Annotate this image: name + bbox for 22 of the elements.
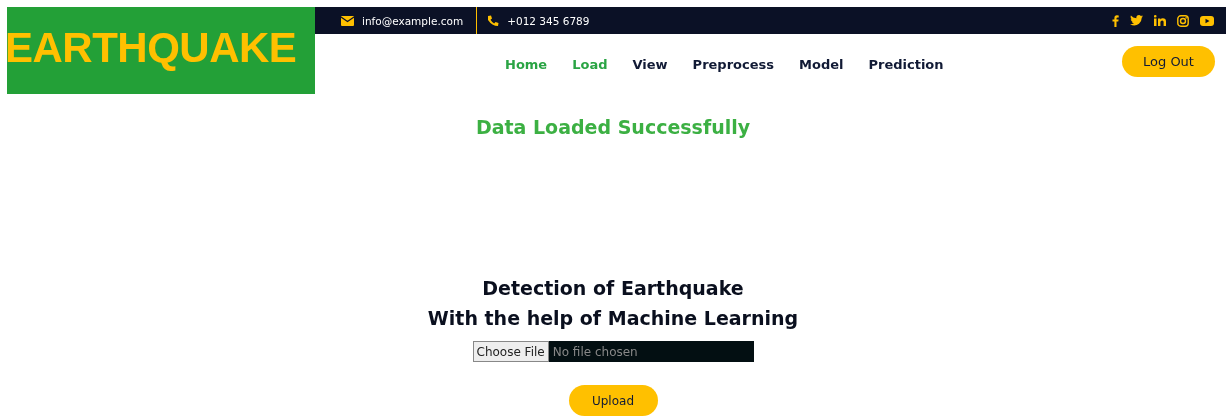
envelope-icon	[341, 15, 354, 26]
file-input[interactable]: Choose File No file chosen	[472, 341, 754, 362]
linkedin-icon[interactable]	[1154, 15, 1166, 26]
page-heading: With the help of Machine Learning	[427, 306, 799, 331]
logo-text: EARTHQUAKE	[5, 23, 297, 73]
facebook-icon[interactable]	[1112, 14, 1119, 27]
page-heading: Detection of Earthquake	[481, 276, 745, 301]
phone-icon	[487, 14, 500, 27]
nav-link[interactable]: Prediction	[868, 56, 944, 72]
logout-button[interactable]: Log Out	[1122, 45, 1215, 77]
nav-link[interactable]: Preprocess	[692, 56, 774, 72]
file-name-text: No file chosen	[551, 344, 638, 359]
email-text: info@example.com	[362, 14, 464, 27]
upload-button[interactable]: Upload	[568, 385, 658, 416]
phone-text: +012 345 6789	[507, 14, 590, 27]
youtube-icon[interactable]	[1200, 15, 1214, 26]
choose-file-button[interactable]: Choose File	[472, 341, 549, 362]
nav-link[interactable]: Model	[799, 56, 844, 72]
nav-link[interactable]: View	[632, 56, 668, 72]
bird-icon[interactable]	[1130, 15, 1143, 26]
status-message: Data Loaded Successfully	[475, 116, 751, 138]
instagram-icon[interactable]	[1177, 14, 1189, 27]
